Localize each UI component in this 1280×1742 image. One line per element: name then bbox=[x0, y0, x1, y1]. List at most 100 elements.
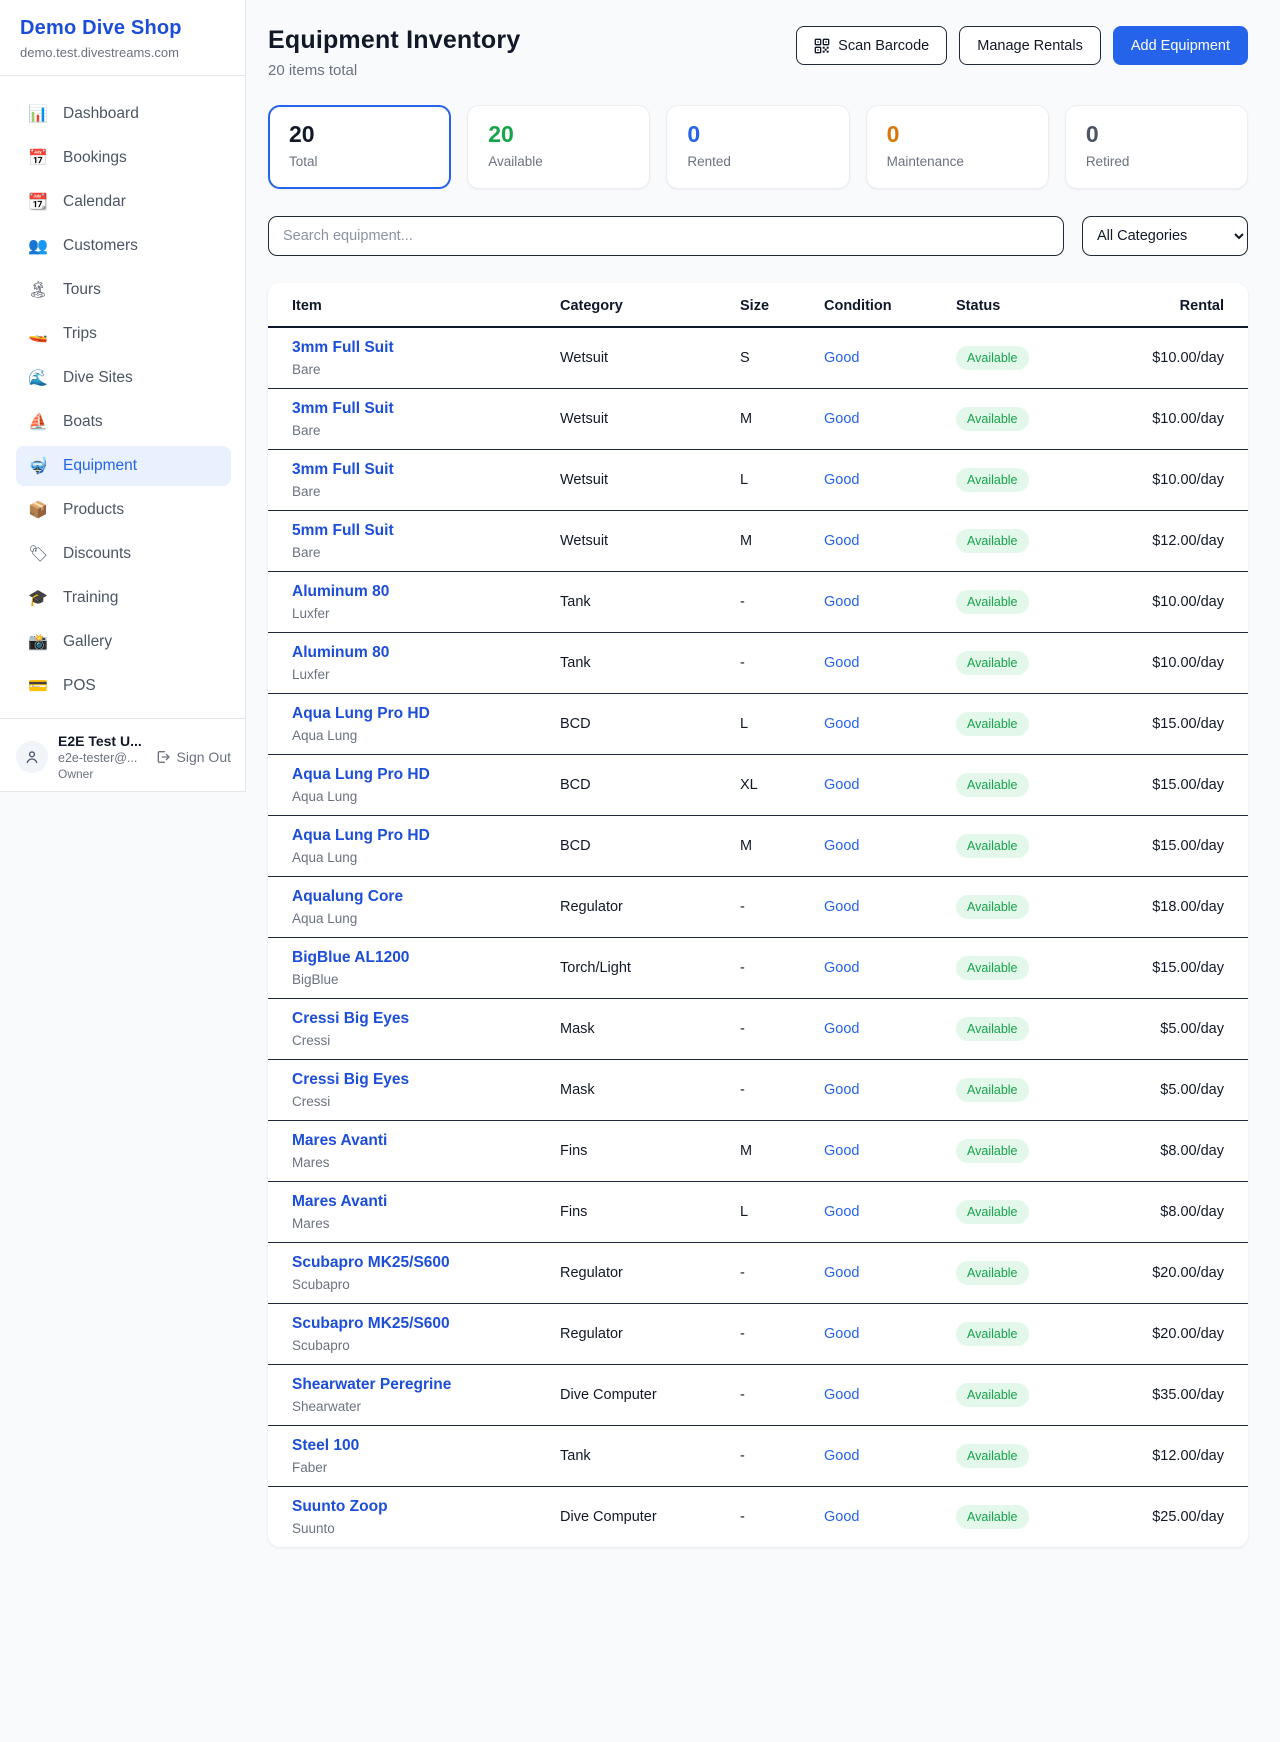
stat-value: 0 bbox=[687, 121, 828, 148]
stat-card-rented[interactable]: 0Rented bbox=[666, 105, 849, 189]
item-name-link[interactable]: Steel 100 bbox=[292, 1437, 560, 1455]
column-header-rental: Rental bbox=[1096, 283, 1248, 327]
item-name-link[interactable]: Aluminum 80 bbox=[292, 583, 560, 601]
condition-link[interactable]: Good bbox=[824, 960, 956, 976]
item-name-link[interactable]: Mares Avanti bbox=[292, 1193, 560, 1211]
item-name-link[interactable]: Aqua Lung Pro HD bbox=[292, 766, 560, 784]
sidebar-item-label: Gallery bbox=[63, 633, 112, 651]
status-badge: Available bbox=[956, 712, 1029, 736]
condition-link[interactable]: Good bbox=[824, 838, 956, 854]
condition-link[interactable]: Good bbox=[824, 716, 956, 732]
sidebar-item-bookings[interactable]: 📅Bookings bbox=[16, 138, 231, 178]
condition-link[interactable]: Good bbox=[824, 1326, 956, 1342]
condition-link[interactable]: Good bbox=[824, 655, 956, 671]
item-name-link[interactable]: Aqua Lung Pro HD bbox=[292, 705, 560, 723]
brand-block: Demo Dive Shop demo.test.divestreams.com bbox=[0, 0, 245, 76]
item-brand: BigBlue bbox=[292, 972, 560, 987]
item-name-link[interactable]: BigBlue AL1200 bbox=[292, 949, 560, 967]
item-category: Regulator bbox=[560, 899, 740, 915]
item-size: - bbox=[740, 1326, 824, 1342]
sidebar-item-customers[interactable]: 👥Customers bbox=[16, 226, 231, 266]
sidebar-item-label: Boats bbox=[63, 413, 103, 431]
category-select[interactable]: All Categories bbox=[1082, 216, 1248, 256]
brand-domain: demo.test.divestreams.com bbox=[20, 45, 225, 60]
item-brand: Faber bbox=[292, 1460, 560, 1475]
rental-price: $35.00/day bbox=[1096, 1387, 1224, 1403]
column-header-item: Item bbox=[268, 283, 560, 327]
item-name-link[interactable]: 3mm Full Suit bbox=[292, 339, 560, 357]
sidebar-item-tours[interactable]: 🏝Tours bbox=[16, 270, 231, 310]
search-input[interactable] bbox=[268, 216, 1064, 256]
condition-link[interactable]: Good bbox=[824, 1204, 956, 1220]
item-size: L bbox=[740, 716, 824, 732]
condition-link[interactable]: Good bbox=[824, 777, 956, 793]
condition-link[interactable]: Good bbox=[824, 1021, 956, 1037]
condition-link[interactable]: Good bbox=[824, 899, 956, 915]
sidebar-item-dashboard[interactable]: 📊Dashboard bbox=[16, 94, 231, 134]
item-name-link[interactable]: Aluminum 80 bbox=[292, 644, 560, 662]
manage-rentals-button[interactable]: Manage Rentals bbox=[959, 26, 1101, 65]
table-row: 5mm Full SuitBareWetsuitMGoodAvailable$1… bbox=[268, 511, 1248, 572]
table-row: Cressi Big EyesCressiMask-GoodAvailable$… bbox=[268, 999, 1248, 1060]
calendar-icon: 📆 bbox=[28, 192, 48, 212]
item-name-link[interactable]: Suunto Zoop bbox=[292, 1498, 560, 1516]
rental-price: $10.00/day bbox=[1096, 411, 1224, 427]
sidebar-item-label: Customers bbox=[63, 237, 138, 255]
condition-link[interactable]: Good bbox=[824, 350, 956, 366]
condition-link[interactable]: Good bbox=[824, 411, 956, 427]
item-size: S bbox=[740, 350, 824, 366]
item-category: Tank bbox=[560, 594, 740, 610]
sidebar-item-discounts[interactable]: 🏷Discounts bbox=[16, 534, 231, 574]
item-name-link[interactable]: Scubapro MK25/S600 bbox=[292, 1315, 560, 1333]
condition-link[interactable]: Good bbox=[824, 1082, 956, 1098]
stat-card-total[interactable]: 20Total bbox=[268, 105, 451, 189]
item-name-link[interactable]: 3mm Full Suit bbox=[292, 461, 560, 479]
stat-card-maintenance[interactable]: 0Maintenance bbox=[866, 105, 1049, 189]
sidebar-item-calendar[interactable]: 📆Calendar bbox=[16, 182, 231, 222]
item-name-link[interactable]: 3mm Full Suit bbox=[292, 400, 560, 418]
sidebar-item-dive-sites[interactable]: 🌊Dive Sites bbox=[16, 358, 231, 398]
scan-barcode-button[interactable]: Scan Barcode bbox=[796, 26, 947, 65]
item-name-link[interactable]: 5mm Full Suit bbox=[292, 522, 560, 540]
status-badge: Available bbox=[956, 773, 1029, 797]
table-row: Aqua Lung Pro HDAqua LungBCDLGoodAvailab… bbox=[268, 694, 1248, 755]
table-row: 3mm Full SuitBareWetsuitSGoodAvailable$1… bbox=[268, 327, 1248, 389]
condition-link[interactable]: Good bbox=[824, 533, 956, 549]
item-brand: Bare bbox=[292, 484, 560, 499]
sidebar-item-training[interactable]: 🎓Training bbox=[16, 578, 231, 618]
item-name-link[interactable]: Aqua Lung Pro HD bbox=[292, 827, 560, 845]
item-name-link[interactable]: Mares Avanti bbox=[292, 1132, 560, 1150]
condition-link[interactable]: Good bbox=[824, 1143, 956, 1159]
item-name-link[interactable]: Cressi Big Eyes bbox=[292, 1010, 560, 1028]
brand-name[interactable]: Demo Dive Shop bbox=[20, 17, 225, 40]
item-size: - bbox=[740, 899, 824, 915]
sidebar-item-label: Trips bbox=[63, 325, 97, 343]
sidebar-item-equipment[interactable]: 🤿Equipment bbox=[16, 446, 231, 486]
sidebar-item-products[interactable]: 📦Products bbox=[16, 490, 231, 530]
item-size: - bbox=[740, 1448, 824, 1464]
item-name-link[interactable]: Scubapro MK25/S600 bbox=[292, 1254, 560, 1272]
item-name-link[interactable]: Aqualung Core bbox=[292, 888, 560, 906]
sidebar-item-boats[interactable]: ⛵Boats bbox=[16, 402, 231, 442]
item-cell: BigBlue AL1200 BigBlue bbox=[292, 949, 560, 987]
item-name-link[interactable]: Shearwater Peregrine bbox=[292, 1376, 560, 1394]
item-cell: 3mm Full SuitBare bbox=[292, 339, 560, 377]
item-brand: Bare bbox=[292, 423, 560, 438]
stat-card-available[interactable]: 20Available bbox=[467, 105, 650, 189]
condition-link[interactable]: Good bbox=[824, 472, 956, 488]
sidebar-item-trips[interactable]: 🚤Trips bbox=[16, 314, 231, 354]
sign-out-button[interactable]: Sign Out bbox=[155, 749, 231, 765]
condition-link[interactable]: Good bbox=[824, 594, 956, 610]
condition-link[interactable]: Good bbox=[824, 1387, 956, 1403]
condition-link[interactable]: Good bbox=[824, 1509, 956, 1525]
condition-link[interactable]: Good bbox=[824, 1265, 956, 1281]
item-size: L bbox=[740, 472, 824, 488]
stat-card-retired[interactable]: 0Retired bbox=[1065, 105, 1248, 189]
sidebar-item-gallery[interactable]: 📸 Gallery bbox=[16, 622, 231, 662]
item-size: - bbox=[740, 1387, 824, 1403]
condition-link[interactable]: Good bbox=[824, 1448, 956, 1464]
add-equipment-button[interactable]: Add Equipment bbox=[1113, 26, 1248, 65]
gallery-icon: 📸 bbox=[28, 632, 48, 652]
item-name-link[interactable]: Cressi Big Eyes bbox=[292, 1071, 560, 1089]
sidebar-item-pos[interactable]: 💳POS bbox=[16, 666, 231, 706]
